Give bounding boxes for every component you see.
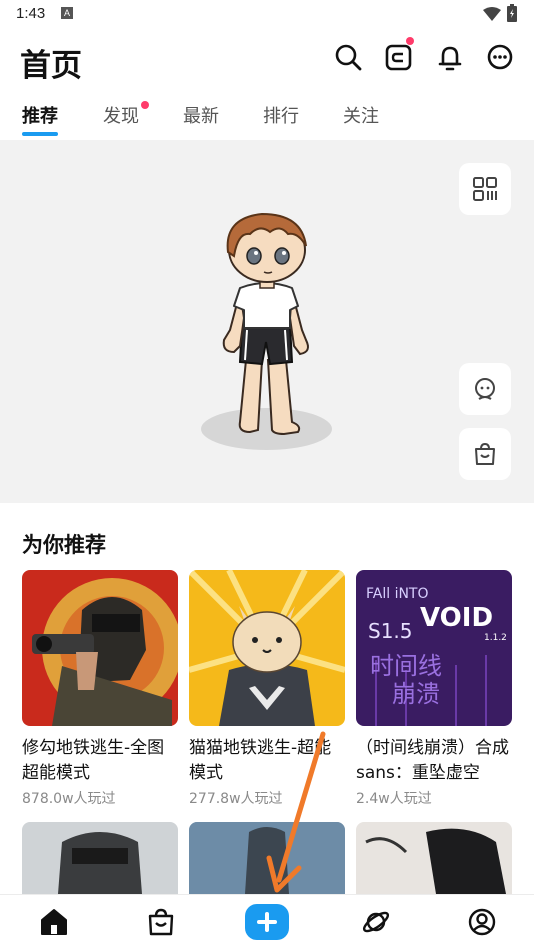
status-bar: 1:43 A <box>0 0 534 28</box>
face-icon <box>475 378 495 400</box>
wallet-icon[interactable] <box>384 37 414 72</box>
thumb-text: VOID <box>420 603 493 633</box>
game-card[interactable] <box>22 822 178 894</box>
thumb-text: 崩溃 <box>392 680 440 708</box>
avatar-shop-button[interactable] <box>459 428 511 480</box>
battery-icon <box>507 4 517 26</box>
plus-icon <box>265 912 269 932</box>
bottom-navigation <box>0 894 534 950</box>
qr-code-icon <box>473 177 497 201</box>
game-thumbnail <box>189 570 345 726</box>
qr-code-button[interactable] <box>459 163 511 215</box>
game-title: 修勾地铁逃生-全图超能模式 <box>22 738 165 783</box>
message-icon[interactable] <box>486 42 516 72</box>
game-card[interactable]: FAll iNTO VOID S1.5 1.1.2 时间线 崩溃 （时间线崩溃）… <box>356 570 512 808</box>
avatar-face-button[interactable] <box>459 363 511 415</box>
planet-icon[interactable] <box>361 907 391 937</box>
annotation-arrow-icon <box>266 731 326 893</box>
search-icon[interactable] <box>333 42 363 72</box>
store-icon[interactable] <box>146 907 176 937</box>
status-time: 1:43 <box>16 5 46 22</box>
shop-bag-icon <box>475 442 495 465</box>
home-icon[interactable] <box>39 907 69 937</box>
tab-active-indicator <box>22 132 58 136</box>
wifi-icon <box>483 6 501 25</box>
game-card[interactable] <box>356 822 512 894</box>
game-thumbnail: FAll iNTO VOID S1.5 1.1.2 时间线 崩溃 <box>356 570 512 726</box>
tab-discover[interactable]: 发现 <box>103 102 139 128</box>
tab-bar: 推荐 发现 最新 排行 关注 <box>0 96 534 140</box>
game-thumbnail <box>22 570 178 726</box>
header: 首页 <box>0 28 534 90</box>
avatar-stage <box>0 140 534 503</box>
thumb-text: S1.5 <box>368 619 413 643</box>
section-title: 为你推荐 <box>22 533 106 557</box>
tab-recommend[interactable]: 推荐 <box>22 102 58 128</box>
thumb-text: 时间线 <box>370 652 442 680</box>
tab-latest[interactable]: 最新 <box>183 102 219 128</box>
page-title: 首页 <box>20 48 82 84</box>
thumb-text: 1.1.2 <box>484 633 507 643</box>
play-count: 2.4w人玩过 <box>356 791 432 807</box>
create-button[interactable] <box>245 904 289 940</box>
notification-icon: A <box>61 7 73 19</box>
profile-icon[interactable] <box>467 907 497 937</box>
avatar-character[interactable] <box>210 210 325 440</box>
play-count: 878.0w人玩过 <box>22 791 116 807</box>
bell-icon[interactable] <box>436 42 466 72</box>
thumb-text: FAll iNTO <box>366 586 429 602</box>
discover-badge <box>141 101 149 109</box>
tab-following[interactable]: 关注 <box>343 102 379 128</box>
tab-ranking[interactable]: 排行 <box>263 102 299 128</box>
wallet-badge <box>406 37 414 45</box>
game-title: （时间线崩溃）合成sans：重坠虚空 <box>356 738 509 783</box>
game-card[interactable]: 修勾地铁逃生-全图超能模式 878.0w人玩过 <box>22 570 178 808</box>
